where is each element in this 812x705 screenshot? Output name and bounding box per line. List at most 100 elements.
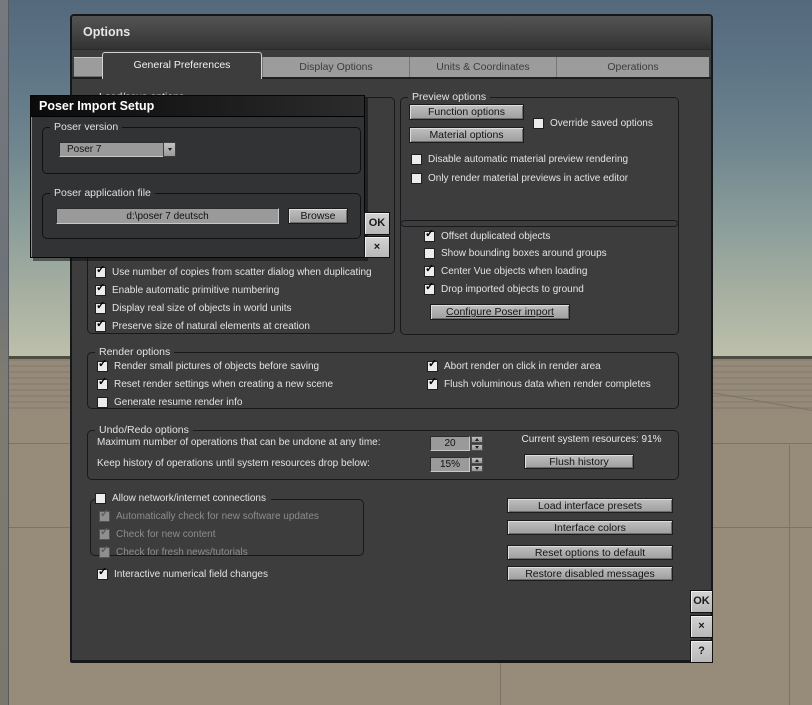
checkbox-label: Reset render settings when creating a ne… (114, 379, 334, 390)
poser-dialog-window: Poser Import Setup Poser version Poser 7… (30, 95, 365, 258)
undo-max-field[interactable]: 20 (430, 436, 470, 451)
tab-display-options[interactable]: Display Options (262, 57, 409, 77)
dropdown-button[interactable] (163, 142, 176, 157)
down-arrow-icon (475, 467, 479, 470)
undo-keep-label: Keep history of operations until system … (97, 458, 370, 469)
checkbox-label: Render small pictures of objects before … (114, 361, 320, 372)
checkbox[interactable] (97, 397, 108, 408)
checkbox[interactable] (95, 493, 106, 504)
poser-dialog-title-bar[interactable]: Poser Import Setup (31, 96, 364, 117)
ground-grid-line (789, 445, 790, 705)
up-arrow-icon (475, 438, 479, 441)
spinner-down[interactable] (471, 465, 483, 472)
checkbox-row[interactable]: Use number of copies from scatter dialog… (95, 265, 372, 279)
checkbox-row[interactable]: Generate resume render info (97, 396, 242, 409)
dropdown-value: Poser 7 (59, 142, 163, 157)
checkbox-label: Center Vue objects when loading (441, 266, 588, 277)
checkbox (99, 545, 110, 558)
checkbox[interactable] (427, 359, 438, 372)
poser-version-dropdown[interactable]: Poser 7 (59, 142, 176, 157)
checkbox-label: Allow network/internet connections (112, 493, 266, 504)
checkbox (99, 527, 110, 540)
spinner-up[interactable] (471, 457, 483, 464)
checkbox-row: Automatically check for new software upd… (99, 509, 319, 523)
checkbox-row[interactable]: Show bounding boxes around groups (424, 247, 607, 260)
poser-application-file-field[interactable]: d:\poser 7 deutsch (56, 208, 279, 224)
system-resources-text: Current system resources: 91% (521, 434, 662, 445)
checkbox-row[interactable]: Display real size of objects in world un… (95, 301, 292, 315)
checkbox-row[interactable]: Drop imported objects to ground (424, 282, 584, 296)
tab-units-coordinates[interactable]: Units & Coordinates (409, 57, 556, 77)
checkbox-row[interactable]: Disable automatic material preview rende… (411, 153, 628, 166)
checkbox[interactable] (95, 319, 106, 332)
checkbox-row[interactable]: Render small pictures of objects before … (97, 359, 320, 373)
checkbox-row[interactable]: Center Vue objects when loading (424, 264, 588, 278)
checkbox-label: Enable automatic primitive numbering (112, 285, 280, 296)
checkbox-label: Show bounding boxes around groups (441, 248, 607, 259)
checkbox-label: Only render material previews in active … (428, 173, 629, 184)
checkbox-label: Automatically check for new software upd… (116, 511, 319, 522)
help-button[interactable]: ? (690, 640, 713, 663)
checkbox[interactable] (95, 265, 106, 278)
checkbox[interactable] (97, 359, 108, 372)
checkbox[interactable] (95, 301, 106, 314)
window-title: Options (83, 25, 131, 39)
checkbox-label: Preserve size of natural elements at cre… (112, 321, 310, 332)
spinner-up[interactable] (471, 436, 483, 443)
reset-options-to-default-button[interactable]: Reset options to default (507, 545, 673, 560)
configure-poser-import-button[interactable]: Configure Poser import (430, 304, 570, 320)
allow-network-checkbox-row[interactable]: Allow network/internet connections (95, 492, 271, 505)
flush-history-button[interactable]: Flush history (524, 454, 634, 469)
checkbox[interactable] (424, 248, 435, 259)
up-arrow-icon (475, 459, 479, 462)
undo-keep-field[interactable]: 15% (430, 457, 470, 472)
spinner-down[interactable] (471, 444, 483, 451)
poser-dialog-title: Poser Import Setup (39, 99, 155, 113)
tab-general-preferences[interactable]: General Preferences (102, 52, 262, 79)
interactive-numeric-checkbox-row[interactable]: Interactive numerical field changes (97, 567, 268, 581)
checkbox[interactable] (97, 377, 108, 390)
poser-import-setup-dialog: Poser Import Setup Poser version Poser 7… (30, 95, 394, 261)
checkbox-row[interactable]: Enable automatic primitive numbering (95, 283, 280, 297)
undo-keep-spinner (471, 457, 483, 472)
function-options-button[interactable]: Function options (409, 104, 524, 120)
checkbox-row[interactable]: Only render material previews in active … (411, 172, 628, 185)
material-options-button[interactable]: Material options (409, 127, 524, 143)
checkbox-row[interactable]: Override saved options (533, 117, 653, 130)
poser-ok-button[interactable]: OK (364, 212, 390, 235)
checkbox[interactable] (533, 118, 544, 129)
window-title-bar[interactable]: Options (72, 16, 711, 50)
checkbox[interactable] (424, 282, 435, 295)
group-title: Poser application file (50, 187, 155, 200)
group-title: Undo/Redo options (95, 424, 193, 437)
checkbox[interactable] (427, 377, 438, 390)
checkbox-label: Flush voluminous data when render comple… (444, 379, 651, 390)
browse-button[interactable]: Browse (288, 208, 348, 224)
checkbox-row[interactable]: Flush voluminous data when render comple… (427, 377, 651, 391)
checkbox-row[interactable]: Preserve size of natural elements at cre… (95, 319, 310, 333)
load-interface-presets-button[interactable]: Load interface presets (507, 498, 673, 513)
close-button[interactable]: × (690, 615, 713, 638)
poser-close-button[interactable]: × (364, 236, 390, 258)
ground-grid-line (500, 663, 501, 705)
checkbox-label: Offset duplicated objects (441, 231, 551, 242)
checkbox[interactable] (424, 264, 435, 277)
left-panel-edge (0, 0, 9, 705)
checkbox-row[interactable]: Offset duplicated objects (424, 229, 551, 243)
checkbox-row[interactable]: Reset render settings when creating a ne… (97, 377, 334, 391)
checkbox-row[interactable]: Abort render on click in render area (427, 359, 601, 373)
screen: Options General Preferences Display Opti… (0, 0, 812, 705)
tab-operations[interactable]: Operations (556, 57, 709, 77)
undo-max-spinner (471, 436, 483, 451)
checkbox[interactable] (97, 567, 108, 580)
checkbox[interactable] (95, 283, 106, 296)
checkbox-row: Check for new content (99, 527, 216, 541)
checkbox[interactable] (411, 173, 422, 184)
interface-colors-button[interactable]: Interface colors (507, 520, 673, 535)
checkbox-label: Interactive numerical field changes (114, 569, 268, 580)
checkbox[interactable] (424, 229, 435, 242)
restore-disabled-messages-button[interactable]: Restore disabled messages (507, 566, 673, 581)
checkbox[interactable] (411, 154, 422, 165)
checkbox (99, 509, 110, 522)
ok-button[interactable]: OK (690, 590, 713, 613)
